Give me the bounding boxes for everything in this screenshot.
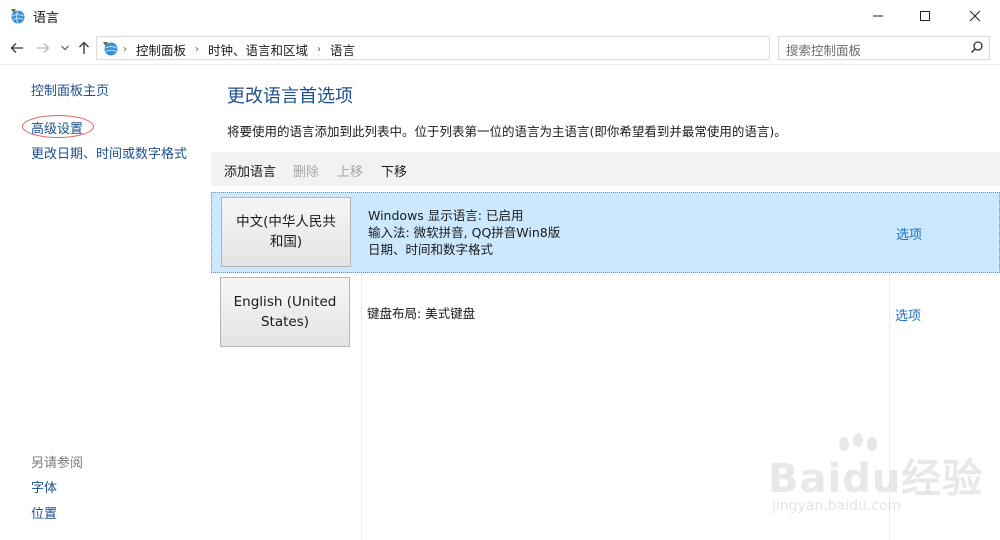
arrow-left-icon [10, 43, 23, 53]
language-details: Windows 显示语言: 已启用 输入法: 微软拼音, QQ拼音Win8版 日… [368, 207, 560, 258]
language-name-line: English (United [233, 294, 337, 310]
watermark-url: jingyan.baidu.com [772, 498, 902, 514]
search-icon[interactable] [970, 40, 984, 54]
format-status: 日期、时间和数字格式 [368, 242, 494, 257]
language-tile-english[interactable]: English (United States) [220, 277, 350, 347]
chevron-down-icon [61, 45, 69, 51]
input-method-list: 输入法: 微软拼音, QQ拼音Win8版 [368, 225, 561, 240]
close-button[interactable] [952, 0, 998, 32]
move-down-button[interactable]: 下移 [381, 161, 407, 180]
location-link[interactable]: 位置 [31, 503, 57, 522]
up-button[interactable] [74, 38, 94, 58]
language-row-english[interactable]: English (United States) 键盘布局: 美式键盘 选项 [211, 274, 998, 354]
watermark: Baidu经验 jingyan.baidu.com [760, 432, 990, 532]
header-divider [0, 64, 1000, 65]
forward-button[interactable] [33, 38, 53, 58]
maximize-icon [920, 11, 930, 21]
recent-locations-button[interactable] [55, 38, 75, 58]
watermark-brand: Baidu经验 [768, 456, 984, 502]
keyboard-layout: 键盘布局: 美式键盘 [367, 306, 476, 321]
close-icon [969, 10, 981, 22]
arrow-right-icon [37, 43, 50, 53]
move-up-button[interactable]: 上移 [337, 161, 363, 180]
fonts-link[interactable]: 字体 [31, 477, 57, 496]
language-details: 键盘布局: 美式键盘 [367, 305, 475, 322]
search-input[interactable]: 搜索控制面板 [778, 36, 990, 60]
search-placeholder: 搜索控制面板 [786, 43, 862, 58]
change-date-format-link[interactable]: 更改日期、时间或数字格式 [31, 143, 187, 162]
page-description: 将要使用的语言添加到此列表中。位于列表第一位的语言为主语言(即你希望看到并最常使… [227, 124, 787, 139]
minimize-icon [873, 15, 883, 17]
language-tile-chinese[interactable]: 中文(中华人民共 和国) [221, 197, 351, 267]
title-bar: 语言 [0, 0, 1000, 32]
remove-language-button[interactable]: 删除 [293, 161, 319, 180]
chevron-right-icon: › [317, 44, 322, 55]
language-row-chinese[interactable]: 中文(中华人民共 和国) Windows 显示语言: 已启用 输入法: 微软拼音… [211, 192, 1000, 273]
language-options-link[interactable]: 选项 [896, 224, 922, 243]
back-button[interactable] [7, 38, 27, 58]
add-language-button[interactable]: 添加语言 [224, 161, 276, 180]
language-name-line: States) [260, 314, 310, 330]
chevron-right-icon: › [195, 44, 200, 55]
maximize-button[interactable] [902, 0, 948, 32]
breadcrumb-control-panel[interactable]: 控制面板 [136, 40, 186, 59]
display-language-status: Windows 显示语言: 已启用 [368, 208, 524, 223]
window-title: 语言 [33, 11, 60, 26]
language-name-line: 和国) [269, 234, 303, 250]
page-title: 更改语言首选项 [227, 86, 353, 107]
language-globe-icon [11, 9, 25, 24]
breadcrumb: › 控制面板 › 时钟、语言和区域 › 语言 [123, 40, 355, 59]
breadcrumb-clock-language-region[interactable]: 时钟、语言和区域 [208, 40, 308, 59]
address-bar[interactable]: › 控制面板 › 时钟、语言和区域 › 语言 [96, 36, 861, 60]
control-panel-home-link[interactable]: 控制面板主页 [31, 80, 109, 99]
language-options-link[interactable]: 选项 [895, 305, 921, 324]
minimize-button[interactable] [855, 0, 901, 32]
language-toolbar: 添加语言 删除 上移 下移 [211, 152, 1000, 186]
see-also-heading: 另请参阅 [31, 456, 84, 471]
control-panel-icon [103, 42, 118, 56]
language-name-line: 中文(中华人民共 [236, 214, 336, 230]
advanced-settings-link[interactable]: 高级设置 [31, 118, 83, 137]
breadcrumb-language[interactable]: 语言 [330, 40, 355, 59]
chevron-right-icon: › [123, 44, 127, 55]
arrow-up-icon [79, 41, 89, 54]
